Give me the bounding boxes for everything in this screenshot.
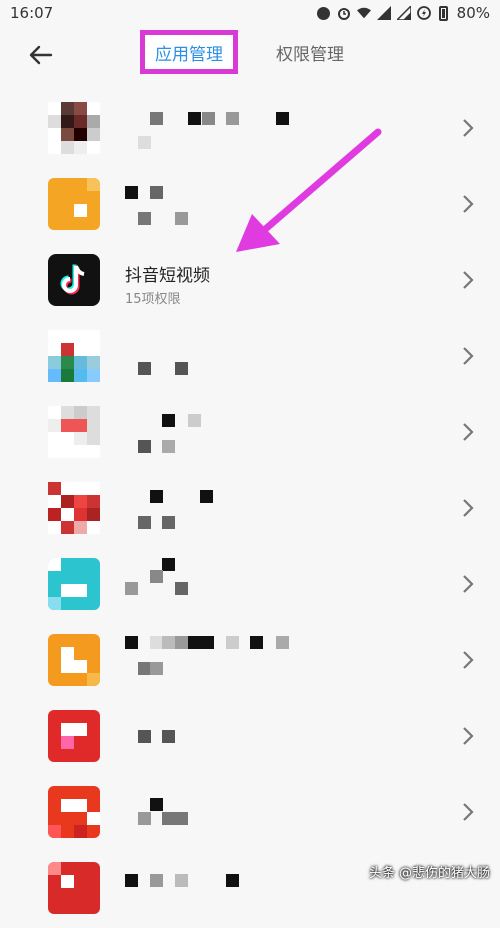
chevron-right-icon <box>463 575 474 593</box>
redacted-text <box>150 186 163 199</box>
chevron-right-icon <box>463 423 474 441</box>
redacted-text <box>138 730 151 743</box>
chevron-right-icon <box>463 499 474 517</box>
redacted-text <box>162 516 175 529</box>
redacted-text <box>162 414 175 427</box>
tiktok-icon <box>48 254 100 306</box>
status-time: 16:07 <box>10 4 54 22</box>
redacted-text <box>175 362 188 375</box>
redacted-text <box>138 212 151 225</box>
redacted-text <box>175 874 188 887</box>
redacted-text <box>276 112 289 125</box>
redacted-text <box>138 516 151 529</box>
alarm-icon <box>337 6 351 20</box>
redacted-text <box>162 636 175 649</box>
app-row[interactable] <box>0 396 500 472</box>
redacted-text <box>226 112 239 125</box>
redacted-text <box>162 440 175 453</box>
redacted-text <box>162 812 188 825</box>
app-row[interactable] <box>0 168 500 244</box>
redacted-text <box>188 112 201 125</box>
battery-icon <box>437 5 451 21</box>
redacted-text <box>125 582 138 595</box>
redacted-text <box>150 112 163 125</box>
chevron-right-icon <box>463 195 474 213</box>
chevron-right-icon <box>463 803 474 821</box>
data-saver-icon <box>416 6 431 20</box>
app-icon-pixelated <box>48 710 100 762</box>
app-icon-pixelated <box>48 406 100 458</box>
redacted-text <box>200 490 213 503</box>
app-icon-pixelated <box>48 634 100 686</box>
chevron-right-icon <box>463 119 474 137</box>
redacted-text <box>125 874 138 887</box>
chevron-right-icon <box>463 727 474 745</box>
redacted-text <box>250 636 263 649</box>
watermark: 头条 @悲伤的猪大肠 <box>368 866 490 881</box>
app-icon-pixelated <box>48 862 100 914</box>
redacted-text <box>175 582 188 595</box>
redacted-text <box>162 558 175 571</box>
app-icon-pixelated <box>48 178 100 230</box>
redacted-text <box>150 570 163 583</box>
app-row-tiktok[interactable]: 抖音短视频 15项权限 <box>0 244 500 320</box>
redacted-text <box>150 874 163 887</box>
redacted-text <box>202 112 215 125</box>
app-icon-pixelated <box>48 482 100 534</box>
chevron-right-icon <box>463 347 474 365</box>
header: 应用管理 权限管理 <box>0 26 500 84</box>
status-bar: 16:07 80% <box>0 0 500 26</box>
app-name: 抖音短视频 <box>125 266 210 286</box>
back-arrow-icon[interactable] <box>26 40 56 70</box>
app-icon-pixelated <box>48 558 100 610</box>
redacted-text <box>175 212 188 225</box>
redacted-text <box>150 662 163 675</box>
redacted-text <box>226 636 239 649</box>
redacted-text <box>138 812 151 825</box>
redacted-text <box>162 730 175 743</box>
tab-app-management[interactable]: 应用管理 <box>140 30 238 74</box>
redacted-text <box>125 186 138 199</box>
redacted-text <box>138 440 151 453</box>
chevron-right-icon <box>463 651 474 669</box>
tab-permission-management[interactable]: 权限管理 <box>276 40 344 66</box>
app-row[interactable] <box>0 320 500 396</box>
app-icon-pixelated <box>48 102 100 154</box>
app-row[interactable] <box>0 776 500 852</box>
redacted-text <box>276 636 289 649</box>
redacted-text <box>150 490 163 503</box>
status-icons: 80% <box>317 4 490 22</box>
app-row[interactable] <box>0 700 500 776</box>
redacted-text <box>150 798 163 811</box>
app-row[interactable] <box>0 472 500 548</box>
signal-icon <box>376 6 391 20</box>
app-permission-count: 15项权限 <box>125 292 181 307</box>
notification-dot-icon <box>317 6 331 20</box>
battery-percent: 80% <box>456 4 490 22</box>
app-icon-pixelated <box>48 786 100 838</box>
redacted-text <box>175 636 188 649</box>
redacted-text <box>226 874 239 887</box>
redacted-text <box>138 136 151 149</box>
app-row[interactable] <box>0 92 500 168</box>
signal-icon <box>396 6 411 20</box>
app-row[interactable] <box>0 548 500 624</box>
redacted-text <box>138 362 151 375</box>
wifi-icon <box>356 6 371 20</box>
chevron-right-icon <box>463 271 474 289</box>
redacted-text <box>125 636 138 649</box>
redacted-text <box>188 636 214 649</box>
app-row[interactable] <box>0 624 500 700</box>
app-icon-pixelated <box>48 330 100 382</box>
redacted-text <box>188 414 201 427</box>
